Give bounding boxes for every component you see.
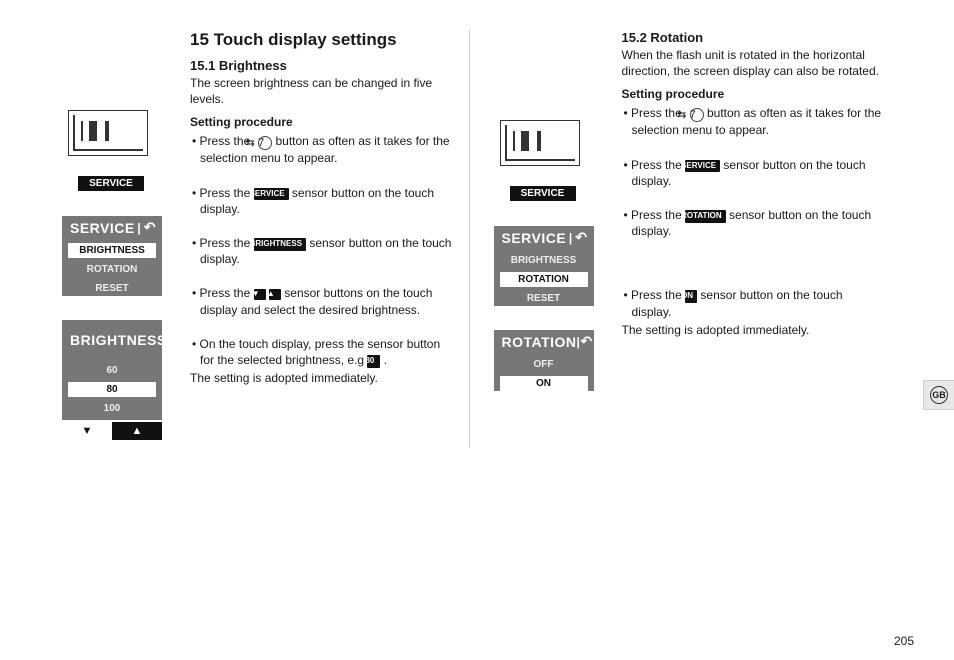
step5: On the touch display, press the sensor b… [190, 336, 453, 368]
step2: Press the SERVICE sensor button on the t… [190, 185, 453, 217]
text-fragment: . [384, 353, 387, 367]
device-diagram-right [500, 120, 580, 166]
text-fragment: Press the [631, 158, 685, 172]
service-chip-inline: SERVICE [685, 160, 720, 173]
r-step4: Press the ON sensor button on the touch … [622, 287, 885, 319]
panel-title-text: ROTATION [502, 334, 577, 350]
menu-item-brightness[interactable]: BRIGHTNESS [68, 243, 156, 258]
brightness-panel: BRIGHTNESS |↶ 60 80 100 ▼ ▲ [62, 320, 162, 440]
menu-item-rotation[interactable]: ROTATION [68, 262, 156, 277]
brightness-option-80[interactable]: 80 [68, 382, 156, 397]
panel-title-service-left: SERVICE | ↶ [62, 216, 162, 239]
menu-item-reset-r[interactable]: RESET [500, 291, 588, 306]
service-chip-left: SERVICE [78, 176, 144, 192]
device-diagram-left [68, 110, 148, 156]
panel-title-text: SERVICE [70, 220, 135, 236]
language-code: GB [930, 386, 948, 404]
value-80-chip-inline: 80 [367, 355, 380, 368]
r-step3: Press the ROTATION sensor button on the … [622, 207, 885, 239]
panel-title-text: BRIGHTNESS [70, 332, 167, 348]
panel-title-rotation: ROTATION | ↶ [494, 330, 594, 353]
text-fragment: Press the [200, 236, 254, 250]
brightness-arrow-row: ▼ ▲ [62, 420, 162, 440]
service-chip-inline: SERVICE [254, 188, 289, 201]
heading-brightness: 15.1 Brightness [190, 58, 453, 73]
brightness-option-100[interactable]: 100 [68, 401, 156, 416]
rotation-option-on[interactable]: ON [500, 376, 588, 391]
back-icon: ↶ [144, 219, 156, 236]
text-fragment: Press the [631, 208, 685, 222]
divider-icon: | [569, 231, 573, 245]
page-title: 15 Touch display settings [190, 30, 453, 50]
language-tab: GB [923, 380, 954, 410]
text-fragment: On the touch display, press the sensor b… [200, 337, 441, 367]
closing-brightness: The setting is adopted immediately. [190, 370, 453, 386]
brightness-option-60[interactable]: 60 [68, 363, 156, 378]
closing-rotation: The setting is adopted immediately. [622, 322, 885, 338]
arrow-up-icon: ▲ [269, 289, 281, 300]
back-icon: ↶ [580, 333, 592, 350]
intro-rotation: When the flash unit is rotated in the ho… [622, 47, 885, 79]
rotation-chip-inline: ROTATION [685, 210, 726, 223]
back-icon: ↶ [575, 229, 587, 246]
r-step2: Press the SERVICE sensor button on the t… [622, 157, 885, 189]
text-fragment: Press the [200, 286, 254, 300]
on-chip-inline: ON [685, 290, 697, 303]
swap-icon: ⇆ [254, 138, 255, 149]
arrow-up-button[interactable]: ▲ [112, 422, 162, 440]
brightness-chip-inline: BRIGHTNESS [254, 238, 306, 251]
button-ref-7-icon: 7 [690, 108, 704, 122]
panel-title-service-right: SERVICE | ↶ [494, 226, 594, 249]
service-menu-panel-left: SERVICE | ↶ BRIGHTNESS ROTATION RESET [62, 216, 162, 296]
r-step1: Press the ⇆ 7 button as often as it take… [622, 105, 885, 138]
service-menu-panel-right: SERVICE | ↶ BRIGHTNESS ROTATION RESET [494, 226, 594, 306]
arrow-down-button[interactable]: ▼ [62, 422, 112, 440]
divider-icon: | [137, 221, 141, 235]
step3: Press the BRIGHTNESS sensor button on th… [190, 235, 453, 267]
intro-brightness: The screen brightness can be changed in … [190, 75, 453, 107]
menu-item-rotation-r[interactable]: ROTATION [500, 272, 588, 287]
heading-rotation: 15.2 Rotation [622, 30, 885, 45]
service-chip-right: SERVICE [510, 186, 576, 202]
rotation-panel: ROTATION | ↶ OFF ON [494, 330, 594, 391]
panel-title-text: SERVICE [502, 230, 567, 246]
arrow-down-icon: ▼ [254, 289, 266, 300]
text-fragment: Press the [631, 288, 685, 302]
proc-label-rotation: Setting procedure [622, 87, 885, 101]
page-number: 205 [894, 634, 914, 648]
rotation-option-off[interactable]: OFF [500, 357, 588, 372]
menu-item-reset[interactable]: RESET [68, 281, 156, 296]
panel-title-brightness: BRIGHTNESS |↶ [62, 320, 162, 359]
back-icon: |↶ [167, 323, 179, 356]
swap-icon: ⇆ [685, 110, 686, 121]
button-ref-7-icon: 7 [258, 136, 272, 150]
text-fragment: Press the [200, 186, 254, 200]
step1: Press the ⇆ 7 button as often as it take… [190, 133, 453, 166]
proc-label-brightness: Setting procedure [190, 115, 453, 129]
menu-item-brightness-r[interactable]: BRIGHTNESS [500, 253, 588, 268]
step4: Press the ▼ ▲ sensor buttons on the touc… [190, 285, 453, 317]
